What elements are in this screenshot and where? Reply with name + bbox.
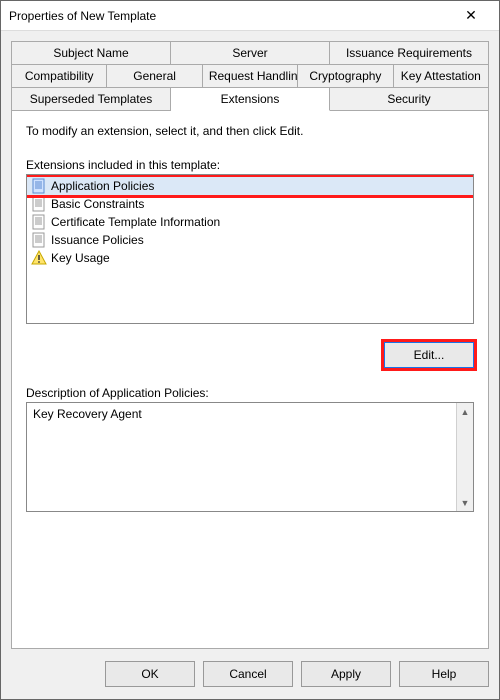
tab-superseded-templates[interactable]: Superseded Templates bbox=[11, 88, 171, 111]
scrollbar[interactable]: ▲ ▼ bbox=[456, 403, 473, 511]
tab-request-handling[interactable]: Request Handling bbox=[203, 65, 298, 88]
tab-general[interactable]: General bbox=[107, 65, 202, 88]
extensions-listbox[interactable]: Application Policies Basic Constraints C… bbox=[26, 174, 474, 324]
dialog-window: Properties of New Template ✕ Subject Nam… bbox=[0, 0, 500, 700]
extension-item-label: Key Usage bbox=[51, 250, 110, 266]
dialog-body: Subject Name Server Issuance Requirement… bbox=[1, 31, 499, 649]
extension-item-label: Application Policies bbox=[51, 178, 154, 194]
extensions-list-label: Extensions included in this template: bbox=[26, 158, 474, 172]
help-button[interactable]: Help bbox=[399, 661, 489, 687]
warning-icon bbox=[31, 250, 47, 266]
tab-subject-name[interactable]: Subject Name bbox=[11, 41, 171, 65]
document-icon bbox=[31, 178, 47, 194]
apply-button[interactable]: Apply bbox=[301, 661, 391, 687]
extension-item-label: Basic Constraints bbox=[51, 196, 144, 212]
extension-item-key-usage[interactable]: Key Usage bbox=[27, 249, 473, 267]
tab-compatibility[interactable]: Compatibility bbox=[11, 65, 107, 88]
dialog-footer: OK Cancel Apply Help bbox=[1, 649, 499, 699]
extension-item-basic-constraints[interactable]: Basic Constraints bbox=[27, 195, 473, 213]
tab-cryptography[interactable]: Cryptography bbox=[298, 65, 393, 88]
extension-item-certificate-template-info[interactable]: Certificate Template Information bbox=[27, 213, 473, 231]
description-label: Description of Application Policies: bbox=[26, 386, 474, 400]
edit-button[interactable]: Edit... bbox=[384, 342, 474, 368]
close-icon[interactable]: ✕ bbox=[451, 1, 491, 31]
extension-item-issuance-policies[interactable]: Issuance Policies bbox=[27, 231, 473, 249]
cancel-button[interactable]: Cancel bbox=[203, 661, 293, 687]
document-icon bbox=[31, 232, 47, 248]
document-icon bbox=[31, 214, 47, 230]
extension-item-label: Certificate Template Information bbox=[51, 214, 220, 230]
ok-button[interactable]: OK bbox=[105, 661, 195, 687]
window-title: Properties of New Template bbox=[9, 9, 451, 23]
titlebar: Properties of New Template ✕ bbox=[1, 1, 499, 31]
tab-strip: Subject Name Server Issuance Requirement… bbox=[11, 41, 489, 111]
description-box: Key Recovery Agent ▲ ▼ bbox=[26, 402, 474, 512]
extension-item-application-policies[interactable]: Application Policies bbox=[27, 177, 473, 195]
tab-key-attestation[interactable]: Key Attestation bbox=[394, 65, 489, 88]
description-text: Key Recovery Agent bbox=[33, 407, 455, 421]
tab-panel-extensions: To modify an extension, select it, and t… bbox=[11, 110, 489, 649]
scroll-up-icon[interactable]: ▲ bbox=[457, 403, 474, 420]
tab-extensions[interactable]: Extensions bbox=[171, 88, 330, 111]
scroll-down-icon[interactable]: ▼ bbox=[457, 494, 474, 511]
document-icon bbox=[31, 196, 47, 212]
tab-server[interactable]: Server bbox=[171, 41, 330, 65]
tab-security[interactable]: Security bbox=[330, 88, 489, 111]
instruction-text: To modify an extension, select it, and t… bbox=[26, 124, 474, 138]
tab-issuance-requirements[interactable]: Issuance Requirements bbox=[330, 41, 489, 65]
extension-item-label: Issuance Policies bbox=[51, 232, 144, 248]
